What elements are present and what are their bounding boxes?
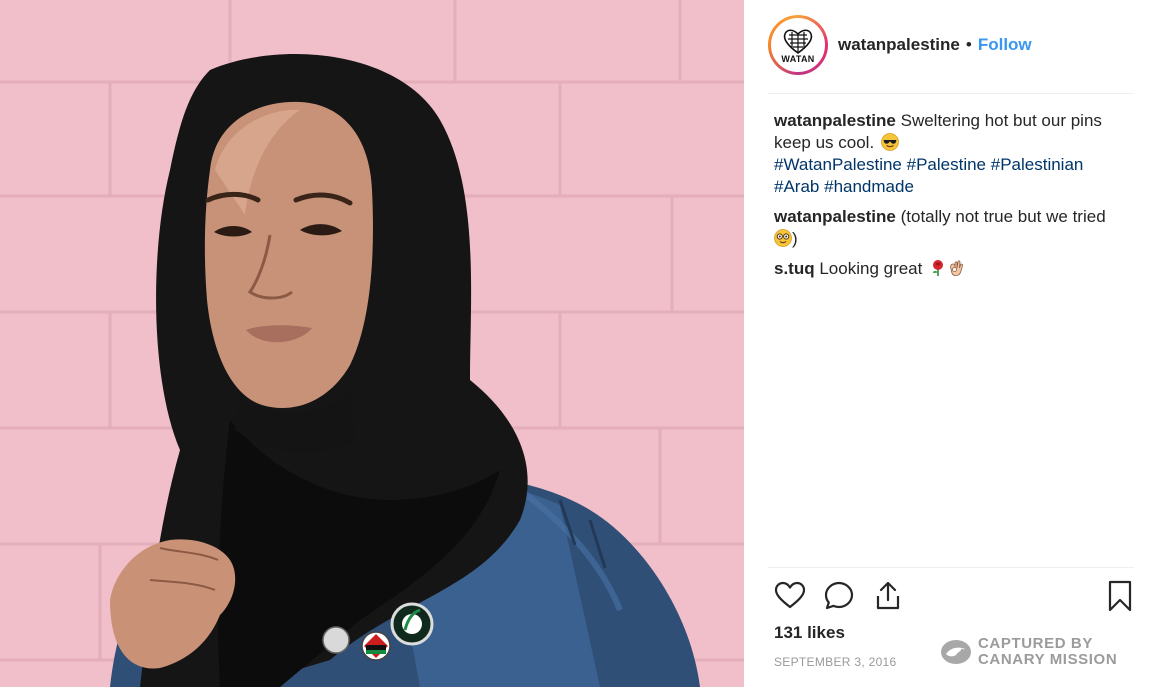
- nerd-face-emoji-icon: [774, 229, 792, 247]
- share-icon[interactable]: [872, 580, 904, 612]
- comment-username[interactable]: watanpalestine: [774, 207, 896, 226]
- hashtag-link[interactable]: #Palestinian: [991, 155, 1084, 174]
- canary-logo-icon: [941, 640, 971, 664]
- likes-count[interactable]: 131 likes: [774, 623, 845, 643]
- comment-username[interactable]: s.tuq: [774, 259, 815, 278]
- photo-illustration: [0, 0, 744, 687]
- comment-icon[interactable]: [823, 580, 855, 612]
- post-sidebar: WATAN watanpalestine • Follow watanpales…: [744, 0, 1155, 687]
- rose-emoji-icon: [933, 260, 944, 276]
- comment-text: Looking great: [819, 259, 923, 278]
- comment-text-end: ): [792, 229, 798, 248]
- heart-icon[interactable]: [774, 580, 806, 612]
- hashtag-link[interactable]: #Arab: [774, 177, 819, 196]
- comments-list: watanpalestine Sweltering hot but our pi…: [774, 110, 1136, 288]
- header-divider: [768, 93, 1134, 94]
- watermark-line2: CANARY MISSION: [978, 651, 1118, 668]
- comment-username[interactable]: watanpalestine: [774, 111, 896, 130]
- hashtag-link[interactable]: #handmade: [824, 177, 914, 196]
- follow-button[interactable]: Follow: [978, 35, 1032, 55]
- actions-divider: [768, 567, 1134, 568]
- post-header: WATAN watanpalestine • Follow: [768, 14, 1134, 76]
- hashtag-link[interactable]: #WatanPalestine: [774, 155, 902, 174]
- avatar[interactable]: WATAN: [768, 15, 828, 75]
- canary-mission-watermark: CAPTURED BY CANARY MISSION: [940, 636, 1117, 668]
- sunglasses-emoji-icon: [881, 133, 899, 151]
- comment-item: watanpalestine (totally not true but we …: [774, 206, 1136, 250]
- hashtag-link[interactable]: #Palestine: [907, 155, 986, 174]
- bookmark-icon[interactable]: [1104, 580, 1136, 612]
- watan-logo-icon: [783, 28, 813, 54]
- post-date: SEPTEMBER 3, 2016: [774, 655, 897, 669]
- avatar-inner: WATAN: [771, 18, 825, 72]
- avatar-label: WATAN: [781, 53, 815, 64]
- post-photo[interactable]: [0, 0, 744, 687]
- comment-item: watanpalestine Sweltering hot but our pi…: [774, 110, 1136, 198]
- watermark-line1: CAPTURED BY: [978, 635, 1093, 652]
- comment-item: s.tuq Looking great: [774, 258, 1136, 280]
- header-username[interactable]: watanpalestine: [838, 35, 960, 55]
- header-separator: •: [965, 35, 972, 54]
- action-bar: [774, 580, 1132, 614]
- comment-text: (totally not true but we tried: [900, 207, 1106, 226]
- ok-hand-emoji-icon: [950, 260, 964, 277]
